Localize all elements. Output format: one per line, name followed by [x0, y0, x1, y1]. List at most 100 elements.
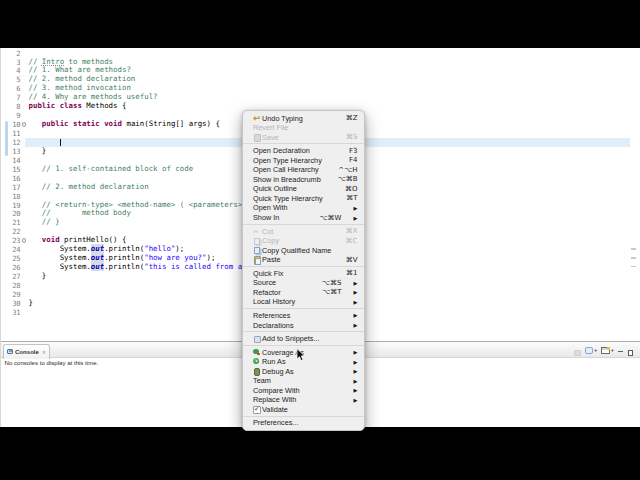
menu-item-label: Source	[253, 278, 276, 287]
menu-item-quick-fix[interactable]: Quick Fix⌘1	[243, 269, 364, 279]
display-selected-console-button[interactable]: ▾	[585, 347, 596, 354]
menu-item-label: References	[253, 311, 290, 320]
code-text[interactable]: }	[29, 299, 33, 308]
line-number: 19	[1, 201, 21, 210]
fold-marker-icon[interactable]	[22, 238, 27, 243]
menu-item-references[interactable]: References▶	[243, 311, 364, 321]
code-text[interactable]: // 1. self-contained block of code	[29, 165, 194, 174]
submenu-arrow-icon: ▶	[353, 349, 358, 355]
val-icon	[253, 406, 260, 413]
folding-column	[21, 174, 29, 183]
folding-column	[21, 299, 29, 308]
menu-separator	[243, 266, 364, 267]
menu-item-label: Compare With	[253, 386, 300, 395]
code-text[interactable]: // 2. method declaration	[29, 183, 149, 192]
menu-item-quick-outline[interactable]: Quick Outline⌘O	[243, 184, 364, 194]
menu-item-paste[interactable]: Paste⌘V	[243, 255, 364, 265]
menu-item-local-history[interactable]: Local History▶	[243, 297, 364, 307]
menu-item-revert-file: Revert File	[243, 123, 364, 133]
menu-item-debug-as[interactable]: Debug As▶	[243, 366, 364, 376]
menu-item-label: Local History	[253, 297, 295, 306]
menu-item-validate[interactable]: Validate	[243, 405, 364, 415]
menu-item-label: Quick Fix	[253, 269, 283, 278]
menu-item-undo-typing[interactable]: ↩Undo Typing⌘Z	[243, 113, 364, 123]
folding-column	[21, 227, 29, 236]
menu-item-copy-qualified-name[interactable]: Copy Qualified Name	[243, 245, 364, 255]
menu-item-add-to-snippets[interactable]: Add to Snippets...	[243, 334, 364, 344]
menu-item-replace-with[interactable]: Replace With▶	[243, 395, 364, 405]
code-text[interactable]: }	[29, 147, 47, 156]
folding-column	[21, 281, 29, 290]
code-text[interactable]: public class Methods {	[29, 102, 127, 111]
menu-item-compare-with[interactable]: Compare With▶	[243, 386, 364, 396]
menu-item-save: Save⌘S	[243, 132, 364, 142]
line-number: 7	[1, 93, 21, 102]
menu-item-team[interactable]: Team▶	[243, 376, 364, 386]
menu-item-label: Run As	[262, 357, 286, 366]
menu-item-source[interactable]: Source⌥⌘S▶	[243, 278, 364, 288]
copyq-icon	[253, 247, 260, 254]
folding-column	[21, 138, 29, 147]
submenu-arrow-icon: ▶	[353, 322, 358, 328]
menu-item-refactor[interactable]: Refactor⌥⌘T▶	[243, 288, 364, 298]
code-text[interactable]: public static void main(String[] args) {	[29, 120, 220, 129]
line-number: 5	[1, 75, 21, 84]
menu-item-show-in[interactable]: Show In⌥⌘W▶	[243, 213, 364, 223]
line-number: 16	[1, 174, 21, 183]
menu-item-shortcut: ⌘T	[346, 194, 357, 202]
console-icon	[7, 349, 13, 354]
menu-item-shortcut: F3	[349, 147, 357, 155]
menu-item-label: Save	[262, 133, 279, 142]
menu-item-quick-type-hierarchy[interactable]: Quick Type Hierarchy⌘T	[243, 194, 364, 204]
folding-column	[21, 93, 29, 102]
submenu-arrow-icon: ▶	[353, 368, 358, 374]
menu-item-open-call-hierarchy[interactable]: Open Call Hierarchy^⌥H	[243, 165, 364, 175]
menu-item-shortcut: ⌘C	[346, 237, 358, 245]
context-menu: ↩Undo Typing⌘ZRevert FileSave⌘S Open Decl…	[242, 110, 365, 431]
menu-item-label: Validate	[262, 405, 288, 414]
folding-column	[21, 236, 29, 245]
line-number: 29	[1, 290, 21, 299]
line-number: 8	[1, 102, 21, 111]
folding-column	[21, 156, 29, 165]
menu-separator	[243, 143, 364, 144]
menu-item-show-in-breadcrumb[interactable]: Show in Breadcrumb⌥⌘B	[243, 175, 364, 185]
menu-item-declarations[interactable]: Declarations ▶	[243, 320, 364, 330]
mouse-cursor-icon	[296, 348, 306, 366]
tab-console[interactable]: Console ✕	[3, 344, 50, 359]
minimize-button[interactable]	[618, 342, 623, 360]
submenu-arrow-icon: ▶	[353, 205, 358, 211]
dropdown-arrow-icon: ▾	[594, 348, 596, 353]
undo-icon: ↩	[253, 115, 260, 122]
pin-console-button[interactable]	[574, 342, 581, 360]
menu-item-open-type-hierarchy[interactable]: Open Type HierarchyF4	[243, 155, 364, 165]
code-text[interactable]: // }	[29, 218, 60, 227]
submenu-arrow-icon: ▶	[353, 397, 358, 403]
folding-column	[21, 165, 29, 174]
folding-column	[21, 49, 29, 58]
open-console-button[interactable]: ▾	[601, 347, 613, 354]
folding-column	[21, 183, 29, 192]
menu-item-label: Declarations	[253, 321, 294, 330]
folding-column	[21, 111, 29, 120]
menu-item-shortcut: ⌥⌘T	[322, 288, 341, 296]
folding-column	[21, 245, 29, 254]
maximize-button[interactable]	[628, 342, 634, 360]
save-icon	[253, 134, 260, 141]
close-icon[interactable]: ✕	[42, 349, 46, 355]
line-number: 21	[1, 218, 21, 227]
code-text[interactable]: }	[29, 272, 47, 281]
menu-item-open-with[interactable]: Open With▶	[243, 203, 364, 213]
menu-item-preferences[interactable]: Preferences...	[243, 418, 364, 428]
menu-item-open-declaration[interactable]: Open DeclarationF3	[243, 146, 364, 156]
folding-column	[21, 102, 29, 111]
fold-marker-icon[interactable]	[22, 122, 27, 127]
menu-separator	[243, 345, 364, 346]
menu-item-label: Preferences...	[253, 418, 298, 427]
display-console-icon	[585, 347, 593, 354]
console-toolbar: ▾ ▾	[574, 344, 633, 357]
menu-item-label: Show in Breadcrumb	[253, 175, 321, 184]
line-number: 28	[1, 281, 21, 290]
folding-column	[21, 66, 29, 75]
menu-item-shortcut: ⌘V	[346, 256, 358, 264]
